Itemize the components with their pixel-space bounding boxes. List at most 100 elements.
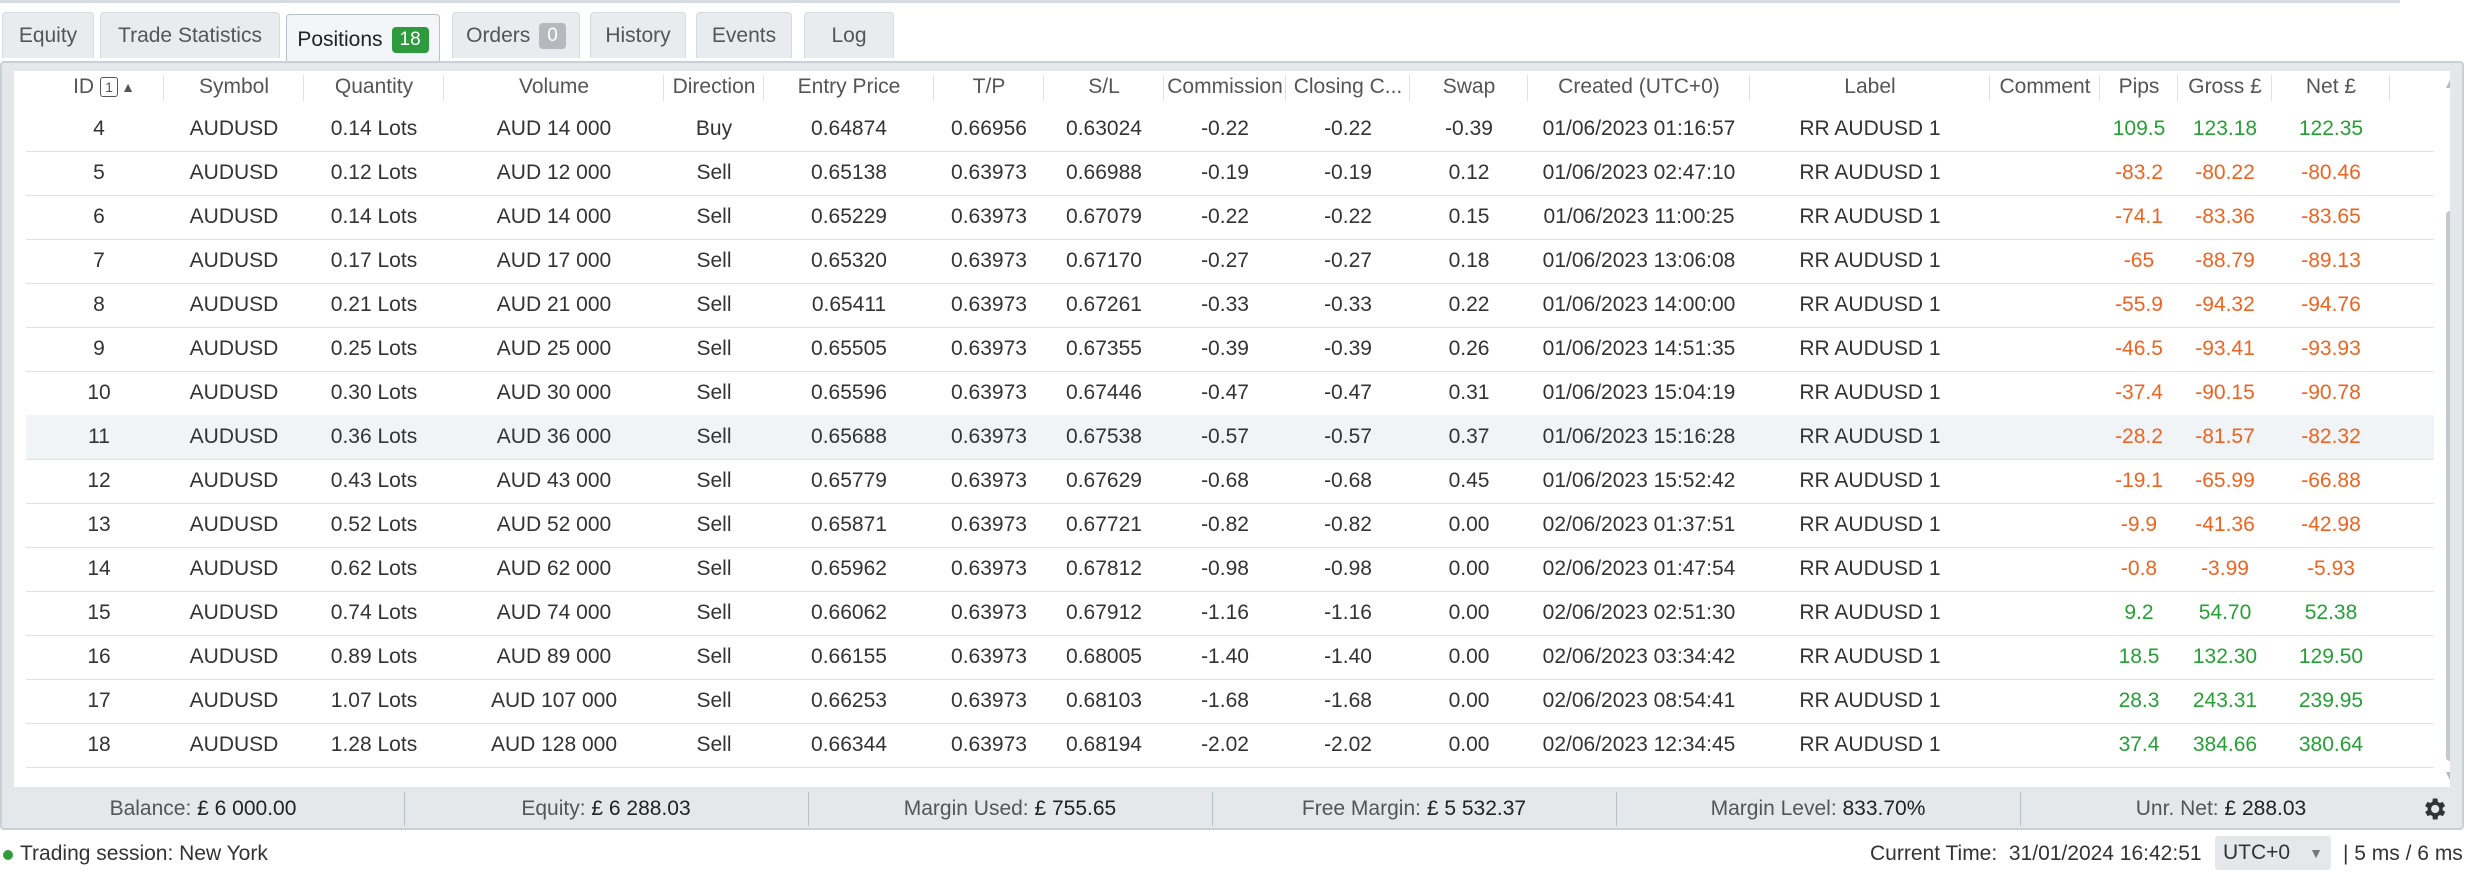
table-row[interactable]: 5 AUDUSD 0.12 Lots AUD 12 000 Sell 0.65138 0.6… xyxy=(26,151,2434,196)
column-header-label[interactable]: Label xyxy=(1750,71,1990,103)
cell-id: 9 xyxy=(93,337,105,360)
cell-volume: AUD 128 000 xyxy=(490,733,618,756)
current-time: Current Time: 31/01/2024 16:42:51 xyxy=(1870,842,2202,866)
cell-net: -93.93 xyxy=(2301,337,2361,360)
column-header-label: Closing C... xyxy=(1293,75,1403,98)
cell-tp: 0.63973 xyxy=(951,469,1027,492)
table-row[interactable]: 10 AUDUSD 0.30 Lots AUD 30 000 Sell 0.65596 0.… xyxy=(26,371,2434,416)
cell-gross: -88.79 xyxy=(2195,249,2255,272)
cell-sl: 0.67446 xyxy=(1066,381,1142,404)
cell-label: RR AUDUSD 1 xyxy=(1799,645,1941,668)
cell-commission: -0.22 xyxy=(1201,205,1249,228)
table-row[interactable]: 17 AUDUSD 1.07 Lots AUD 107 000 Sell 0.66253 0… xyxy=(26,679,2434,724)
settings-gear-icon[interactable] xyxy=(2420,795,2448,823)
table-row[interactable]: 18 AUDUSD 1.28 Lots AUD 128 000 Sell 0.66344 0… xyxy=(26,723,2434,768)
cell-gross: -65.99 xyxy=(2195,469,2255,492)
free-margin-summary: Free Margin: £ 5 532.37 xyxy=(1213,786,1615,832)
column-header-net[interactable]: Net £ xyxy=(2272,71,2390,103)
cell-id: 17 xyxy=(87,689,111,712)
cell-tp: 0.63973 xyxy=(951,293,1027,316)
cell-commission: -0.19 xyxy=(1201,161,1249,184)
table-row[interactable]: 15 AUDUSD 0.74 Lots AUD 74 000 Sell 0.66062 0.… xyxy=(26,591,2434,636)
cell-tp: 0.63973 xyxy=(951,425,1027,448)
cell-tp: 0.63973 xyxy=(951,557,1027,580)
scroll-down-icon[interactable]: ▼ xyxy=(2442,767,2450,783)
cell-volume: AUD 14 000 xyxy=(496,117,612,140)
cell-closing-commission: -0.19 xyxy=(1324,161,1372,184)
column-header-symbol[interactable]: Symbol xyxy=(164,71,304,103)
column-header-quantity[interactable]: Quantity xyxy=(304,71,444,103)
cell-comment xyxy=(1990,195,2100,239)
table-header: ID 1 ▲ Symbol Quantity Volume Direction Entry P… xyxy=(14,71,2434,103)
cell-closing-commission: -0.22 xyxy=(1324,117,1372,140)
cell-pips: 109.5 xyxy=(2112,117,2166,140)
tab-bar: Equity Trade Statistics Positions 18 Orde… xyxy=(0,12,2476,64)
column-header-gross[interactable]: Gross £ xyxy=(2178,71,2272,103)
cell-label: RR AUDUSD 1 xyxy=(1799,689,1941,712)
cell-gross: 123.18 xyxy=(2192,117,2258,140)
cell-id: 5 xyxy=(93,161,105,184)
cell-direction: Sell xyxy=(696,337,732,360)
timezone-select[interactable]: UTC+0 ▼ xyxy=(2215,836,2331,870)
cell-swap: 0.00 xyxy=(1448,645,1490,668)
tab-label: Orders xyxy=(466,23,531,47)
cell-symbol: AUDUSD xyxy=(189,293,279,316)
cell-direction: Sell xyxy=(696,689,732,712)
cell-gross: 384.66 xyxy=(2192,733,2258,756)
column-header-entry-price[interactable]: Entry Price xyxy=(764,71,934,103)
current-time-label: Current Time: xyxy=(1870,842,1998,865)
table-row[interactable]: 16 AUDUSD 0.89 Lots AUD 89 000 Sell 0.66155 0.… xyxy=(26,635,2434,680)
cell-direction: Sell xyxy=(696,513,732,536)
column-header-id[interactable]: ID 1 ▲ xyxy=(34,71,164,103)
column-header-commission[interactable]: Commission xyxy=(1164,71,1286,103)
table-row[interactable]: 12 AUDUSD 0.43 Lots AUD 43 000 Sell 0.65779 0.… xyxy=(26,459,2434,504)
scroll-up-icon[interactable]: ▲ xyxy=(2442,75,2450,91)
summary-label: Margin Level: xyxy=(1710,797,1837,820)
cell-gross: 243.31 xyxy=(2192,689,2258,712)
tab-trade-statistics[interactable]: Trade Statistics xyxy=(100,12,280,58)
tab-positions[interactable]: Positions 18 xyxy=(286,14,440,64)
tab-orders[interactable]: Orders 0 xyxy=(452,12,580,58)
cell-closing-commission: -2.02 xyxy=(1324,733,1372,756)
cell-closing-commission: -0.57 xyxy=(1324,425,1372,448)
scrollbar-thumb[interactable] xyxy=(2446,211,2450,761)
column-header-label: Volume xyxy=(518,75,590,98)
column-header-label: Pips xyxy=(2118,75,2160,98)
tab-events[interactable]: Events xyxy=(696,12,792,58)
table-row[interactable]: 14 AUDUSD 0.62 Lots AUD 62 000 Sell 0.65962 0.… xyxy=(26,547,2434,592)
cell-swap: 0.45 xyxy=(1448,469,1490,492)
cell-quantity: 0.12 Lots xyxy=(330,161,418,184)
cell-label: RR AUDUSD 1 xyxy=(1799,293,1941,316)
cell-created: 02/06/2023 01:37:51 xyxy=(1542,513,1736,536)
cell-swap: 0.15 xyxy=(1448,205,1490,228)
vertical-scrollbar[interactable]: ▲ ▼ xyxy=(2440,71,2450,787)
cell-quantity: 0.52 Lots xyxy=(330,513,418,536)
table-row[interactable]: 13 AUDUSD 0.52 Lots AUD 52 000 Sell 0.65871 0.… xyxy=(26,503,2434,548)
cell-commission: -1.16 xyxy=(1201,601,1249,624)
cell-closing-commission: -0.98 xyxy=(1324,557,1372,580)
cell-direction: Sell xyxy=(696,469,732,492)
table-row[interactable]: 4 AUDUSD 0.14 Lots AUD 14 000 Buy 0.64874 0.66… xyxy=(26,107,2434,152)
column-header-closing-commission[interactable]: Closing C... xyxy=(1286,71,1410,103)
column-header-swap[interactable]: Swap xyxy=(1410,71,1528,103)
cell-id: 13 xyxy=(87,513,111,536)
tab-log[interactable]: Log xyxy=(804,12,894,58)
tab-history[interactable]: History xyxy=(590,12,686,58)
table-row[interactable]: 7 AUDUSD 0.17 Lots AUD 17 000 Sell 0.65320 0.6… xyxy=(26,239,2434,284)
column-header-created[interactable]: Created (UTC+0) xyxy=(1528,71,1750,103)
table-row[interactable]: 6 AUDUSD 0.14 Lots AUD 14 000 Sell 0.65229 0.6… xyxy=(26,195,2434,240)
table-row[interactable]: 8 AUDUSD 0.21 Lots AUD 21 000 Sell 0.65411 0.6… xyxy=(26,283,2434,328)
column-header-direction[interactable]: Direction xyxy=(664,71,764,103)
column-header-pips[interactable]: Pips xyxy=(2100,71,2178,103)
column-header-volume[interactable]: Volume xyxy=(444,71,664,103)
tab-equity[interactable]: Equity xyxy=(2,12,94,58)
cell-comment xyxy=(1990,635,2100,679)
cell-comment xyxy=(1990,591,2100,635)
cell-direction: Sell xyxy=(696,249,732,272)
table-row[interactable]: 11 AUDUSD 0.36 Lots AUD 36 000 Sell 0.65688 0.… xyxy=(26,415,2434,460)
cell-id: 6 xyxy=(93,205,105,228)
column-header-comment[interactable]: Comment xyxy=(1990,71,2100,103)
table-row[interactable]: 9 AUDUSD 0.25 Lots AUD 25 000 Sell 0.65505 0.6… xyxy=(26,327,2434,372)
column-header-sl[interactable]: S/L xyxy=(1044,71,1164,103)
column-header-tp[interactable]: T/P xyxy=(934,71,1044,103)
